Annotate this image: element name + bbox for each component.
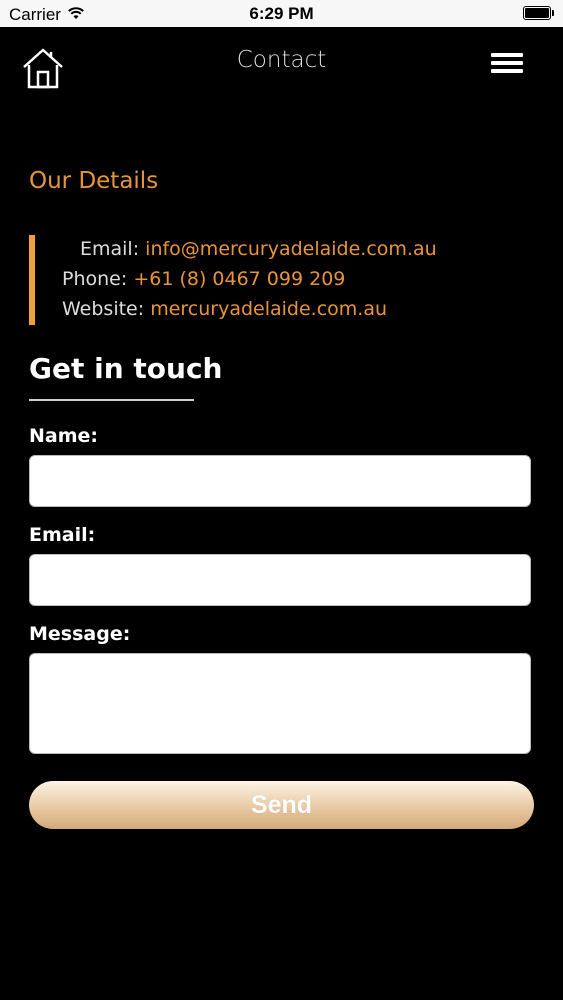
message-textarea[interactable] bbox=[29, 653, 531, 754]
name-label: Name: bbox=[29, 425, 99, 447]
battery-icon bbox=[523, 6, 554, 20]
email-input[interactable] bbox=[29, 554, 531, 606]
phone-detail: Phone: +61 (8) 0467 099 209 bbox=[62, 268, 345, 290]
page-title: Contact bbox=[236, 47, 327, 73]
message-label: Message: bbox=[29, 623, 131, 645]
navigation-bar: Contact bbox=[0, 27, 563, 97]
heading-underline bbox=[29, 399, 194, 401]
email-detail: Email: info@mercuryadelaide.com.au bbox=[80, 238, 437, 260]
get-in-touch-heading: Get in touch bbox=[29, 352, 223, 385]
email-link[interactable]: info@mercuryadelaide.com.au bbox=[145, 238, 436, 260]
website-detail-label: Website: bbox=[62, 298, 145, 320]
email-label: Email: bbox=[29, 524, 96, 546]
name-input[interactable] bbox=[29, 455, 531, 507]
contact-details-block: Email: info@mercuryadelaide.com.au Phone… bbox=[29, 235, 535, 325]
website-detail: Website: mercuryadelaide.com.au bbox=[62, 298, 387, 320]
phone-link[interactable]: +61 (8) 0467 099 209 bbox=[133, 268, 345, 290]
clock-label: 6:29 PM bbox=[249, 4, 314, 23]
our-details-heading: Our Details bbox=[29, 168, 159, 194]
hamburger-menu-icon[interactable] bbox=[491, 53, 523, 73]
phone-detail-label: Phone: bbox=[62, 268, 128, 290]
email-detail-label: Email: bbox=[80, 238, 140, 260]
send-button[interactable]: Send bbox=[29, 781, 534, 829]
website-link[interactable]: mercuryadelaide.com.au bbox=[150, 298, 387, 320]
status-bar: Carrier 6:29 PM bbox=[0, 0, 563, 27]
